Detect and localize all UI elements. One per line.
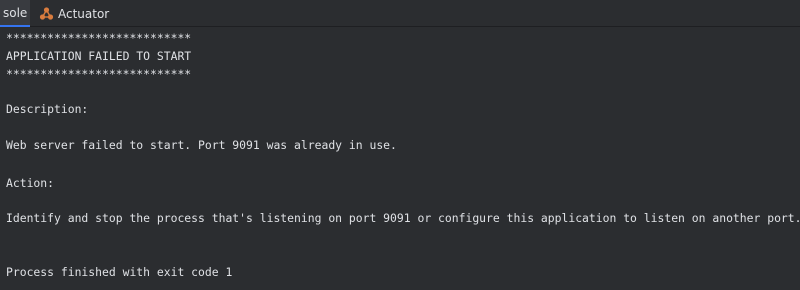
tab-console[interactable]: sole: [0, 0, 30, 27]
tab-actuator[interactable]: Actuator: [30, 0, 119, 27]
run-tool-window: sole Actuator **************************…: [0, 0, 800, 290]
tool-window-tab-bar: sole Actuator: [0, 0, 800, 27]
tab-actuator-label: Actuator: [58, 6, 110, 21]
console-line-banner-bottom: ***************************: [6, 67, 192, 81]
console-line-failed-title: APPLICATION FAILED TO START: [6, 49, 192, 63]
console-output[interactable]: *************************** APPLICATION …: [0, 27, 800, 290]
console-line-description-heading: Description:: [6, 102, 89, 116]
console-line-action-text: Identify and stop the process that's lis…: [6, 211, 800, 225]
console-line-exit-code: Process finished with exit code 1: [6, 265, 233, 279]
console-line-action-heading: Action:: [6, 176, 55, 190]
tab-console-label: sole: [3, 5, 28, 20]
console-line-description-text: Web server failed to start. Port 9091 wa…: [6, 138, 397, 152]
actuator-icon: [39, 6, 54, 21]
console-line-banner-top: ***************************: [6, 31, 192, 45]
